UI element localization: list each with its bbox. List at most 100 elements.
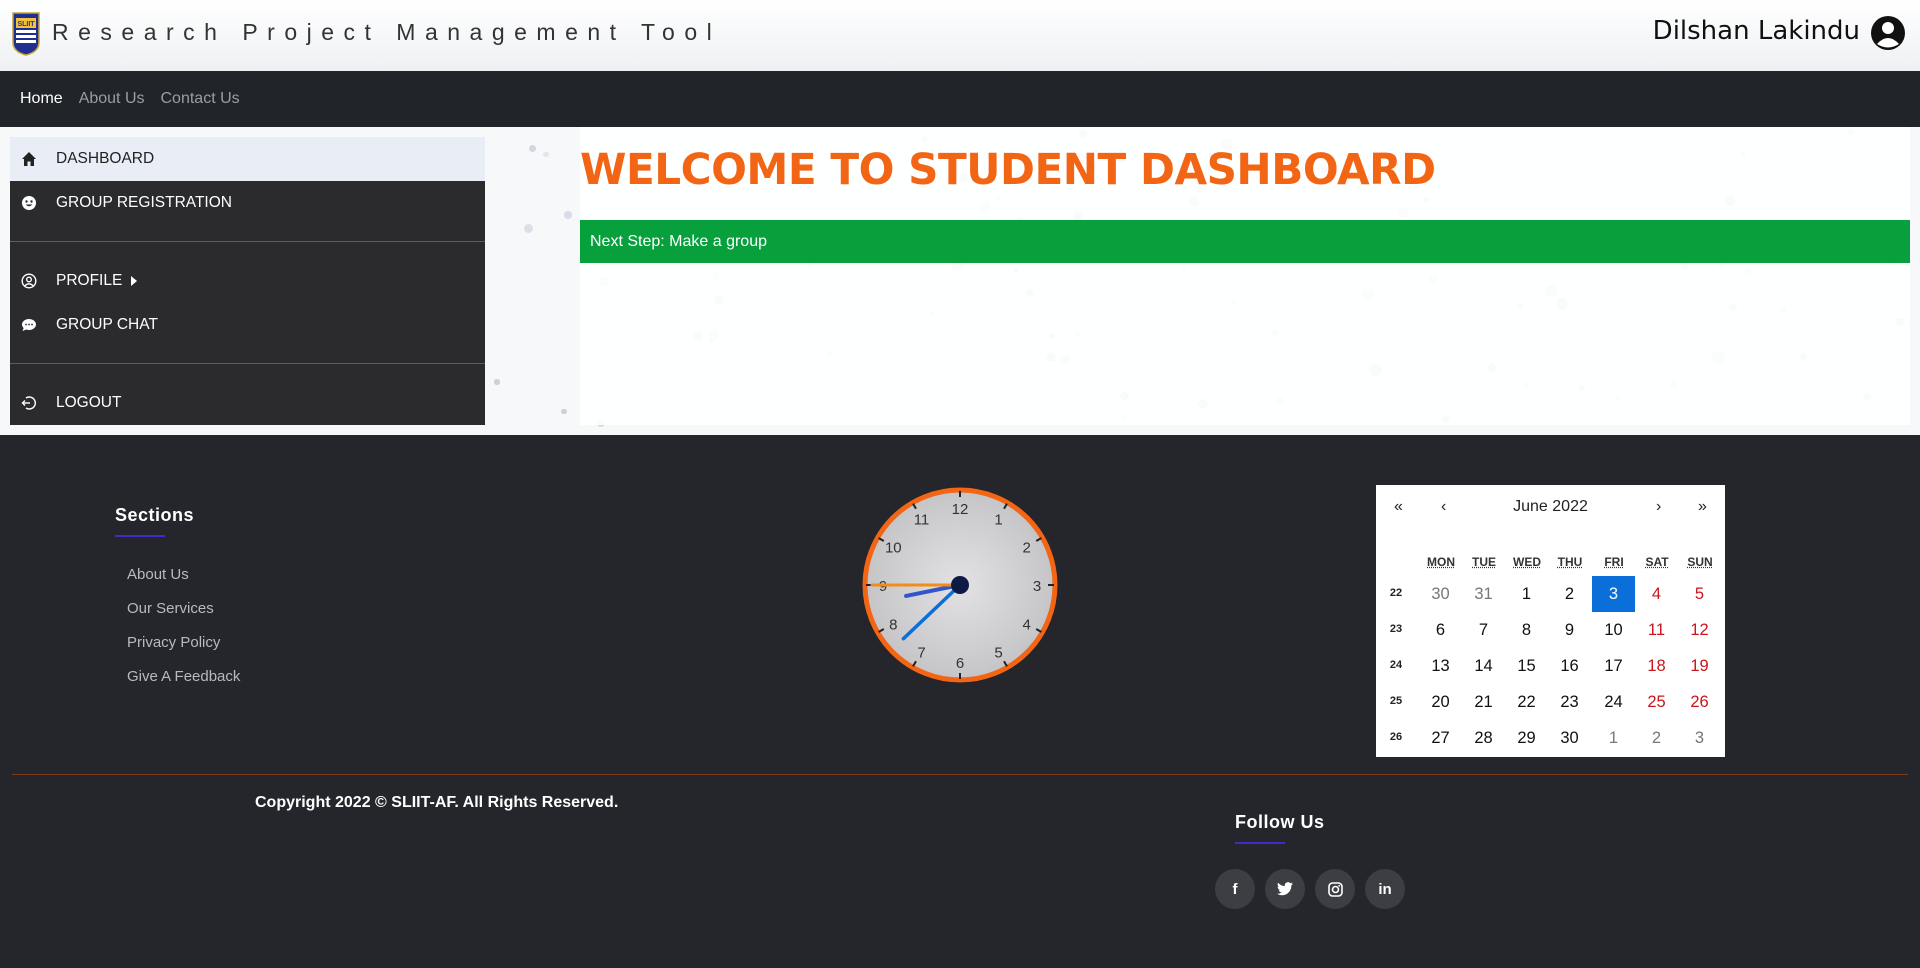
- analog-clock: 121234567891011: [862, 487, 1058, 683]
- calendar-day[interactable]: 6: [1419, 612, 1462, 648]
- calendar-day[interactable]: 31: [1462, 576, 1505, 612]
- background-dot: [561, 408, 567, 415]
- footer-sections-title: Sections: [115, 505, 195, 525]
- calendar-day[interactable]: 4: [1635, 576, 1678, 612]
- calendar-day[interactable]: 2: [1548, 576, 1591, 612]
- calendar-day[interactable]: 7: [1462, 612, 1505, 648]
- clock-number: 1: [994, 511, 1002, 528]
- caret-right-icon: [130, 275, 138, 287]
- calendar-weekday: WED: [1513, 555, 1541, 569]
- calendar-weekday: SAT: [1645, 555, 1669, 569]
- logout-icon: [21, 395, 37, 411]
- calendar-day[interactable]: 12: [1678, 612, 1721, 648]
- instagram-icon[interactable]: [1315, 869, 1355, 909]
- calendar-day[interactable]: 13: [1419, 648, 1462, 684]
- calendar-week-number: 26: [1389, 731, 1403, 743]
- user-avatar-icon[interactable]: [1870, 15, 1906, 51]
- calendar-day[interactable]: 1: [1592, 720, 1635, 756]
- calendar-day[interactable]: 22: [1505, 684, 1548, 720]
- calendar-day[interactable]: 2: [1635, 720, 1678, 756]
- smile-icon: [21, 195, 37, 211]
- calendar-day[interactable]: 11: [1635, 612, 1678, 648]
- next-step-alert: Next Step: Make a group: [580, 220, 1910, 263]
- sidebar-item-logout[interactable]: LOGOUT: [10, 381, 485, 425]
- sidebar-item-label: DASHBOARD: [56, 150, 155, 167]
- clock-number: 12: [952, 501, 969, 518]
- clock-number: 4: [1023, 617, 1031, 634]
- twitter-icon[interactable]: [1265, 869, 1305, 909]
- clock-number: 8: [889, 617, 897, 634]
- clock-number: 7: [917, 645, 925, 662]
- sidebar-item-group-chat[interactable]: GROUP CHAT: [10, 303, 485, 347]
- background-dot: [543, 151, 549, 158]
- sidebar-item-label: GROUP REGISTRATION: [56, 194, 232, 211]
- linkedin-icon[interactable]: in: [1365, 869, 1405, 909]
- user-name: Dilshan Lakindu: [1652, 16, 1860, 46]
- clock-number: 3: [1033, 578, 1041, 595]
- nav-about-us[interactable]: About Us: [79, 90, 145, 108]
- sidebar-divider: [10, 241, 485, 242]
- sidebar-divider: [10, 363, 485, 364]
- calendar-day[interactable]: 17: [1592, 648, 1635, 684]
- nav-home[interactable]: Home: [20, 90, 63, 108]
- background-dot: [563, 210, 573, 220]
- main-section: DASHBOARD GROUP REGISTRATION PROFILE GRO…: [0, 127, 1920, 435]
- calendar-day[interactable]: 10: [1592, 612, 1635, 648]
- calendar-day[interactable]: 30: [1548, 720, 1591, 756]
- sidebar: DASHBOARD GROUP REGISTRATION PROFILE GRO…: [10, 137, 485, 425]
- copyright-text: Copyright 2022 © SLIIT-AF. All Rights Re…: [255, 794, 619, 811]
- page-title: WELCOME TO STUDENT DASHBOARD: [580, 145, 1436, 195]
- calendar-day[interactable]: 16: [1548, 648, 1591, 684]
- calendar-day[interactable]: 29: [1505, 720, 1548, 756]
- footer-link-give-feedback[interactable]: Give A Feedback: [127, 668, 240, 685]
- sidebar-item-profile[interactable]: PROFILE: [10, 259, 485, 303]
- calendar-day[interactable]: 25: [1635, 684, 1678, 720]
- calendar-header: « ‹ June 2022 › »: [1376, 498, 1725, 522]
- home-icon: [21, 151, 37, 167]
- background-dot: [524, 224, 534, 234]
- calendar-day[interactable]: 26: [1678, 684, 1721, 720]
- calendar-weekday: MON: [1427, 555, 1455, 569]
- calendar-day[interactable]: 15: [1505, 648, 1548, 684]
- calendar-day[interactable]: 24: [1592, 684, 1635, 720]
- background-dot: [494, 379, 500, 385]
- calendar-day[interactable]: 27: [1419, 720, 1462, 756]
- follow-us-title: Follow Us: [1235, 812, 1325, 832]
- sidebar-item-label: PROFILE: [56, 272, 123, 289]
- sidebar-item-dashboard[interactable]: DASHBOARD: [10, 137, 485, 181]
- calendar-day[interactable]: 20: [1419, 684, 1462, 720]
- chat-icon: [21, 317, 37, 333]
- sidebar-item-group-registration[interactable]: GROUP REGISTRATION: [10, 181, 485, 225]
- calendar-day[interactable]: 8: [1505, 612, 1548, 648]
- calendar-week-number: 23: [1389, 623, 1403, 635]
- calendar-day-today[interactable]: 3: [1592, 576, 1635, 612]
- calendar-day[interactable]: 23: [1548, 684, 1591, 720]
- calendar-next-year[interactable]: »: [1698, 498, 1707, 516]
- nav-contact-us[interactable]: Contact Us: [161, 90, 240, 108]
- footer-link-about-us[interactable]: About Us: [127, 566, 189, 583]
- footer-link-privacy-policy[interactable]: Privacy Policy: [127, 634, 220, 651]
- top-navbar: Home About Us Contact Us: [0, 71, 1920, 127]
- calendar-day[interactable]: 1: [1505, 576, 1548, 612]
- calendar-day[interactable]: 3: [1678, 720, 1721, 756]
- calendar-day[interactable]: 28: [1462, 720, 1505, 756]
- sidebar-item-label: LOGOUT: [56, 394, 122, 411]
- calendar-day[interactable]: 5: [1678, 576, 1721, 612]
- calendar-day[interactable]: 21: [1462, 684, 1505, 720]
- calendar-day[interactable]: 18: [1635, 648, 1678, 684]
- sliit-logo: SLIIT: [12, 12, 40, 56]
- calendar-month-label[interactable]: June 2022: [1376, 498, 1725, 516]
- footer-divider: [12, 774, 1908, 775]
- calendar-day[interactable]: 30: [1419, 576, 1462, 612]
- calendar-day[interactable]: 14: [1462, 648, 1505, 684]
- calendar-next-month[interactable]: ›: [1656, 498, 1661, 516]
- follow-underline: [1235, 842, 1285, 844]
- calendar-widget: « ‹ June 2022 › » MON TUE WED THU FRI SAT SUN 2…: [1376, 485, 1725, 757]
- calendar-week-number: 24: [1389, 659, 1403, 671]
- calendar-week-number: 22: [1389, 587, 1403, 599]
- footer-link-our-services[interactable]: Our Services: [127, 600, 214, 617]
- calendar-day[interactable]: 19: [1678, 648, 1721, 684]
- facebook-icon[interactable]: f: [1215, 869, 1255, 909]
- calendar-day[interactable]: 9: [1548, 612, 1591, 648]
- clock-number: 5: [994, 645, 1002, 662]
